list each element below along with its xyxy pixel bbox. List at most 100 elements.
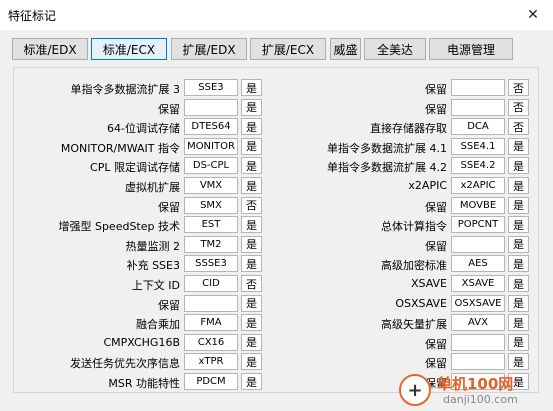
left-feature-label: MONITOR/MWAIT 指令 (60, 141, 180, 155)
right-feature-label: 单指令多数据流扩展 4.1 (327, 141, 447, 155)
right-feature-code (451, 98, 505, 116)
watermark-url: danji100.com (443, 393, 518, 406)
watermark: + 单机100网 danji100.com (399, 371, 549, 409)
right-feature-label: OSXSAVE (395, 296, 447, 310)
right-feature-code (451, 353, 505, 371)
left-feature-code: SSE3 (184, 79, 238, 96)
left-feature-support: 是 (241, 98, 262, 116)
left-feature-label: 增强型 SpeedStep 技术 (58, 220, 180, 234)
left-feature-code: EST (184, 216, 238, 234)
right-feature-support: 否 (508, 98, 529, 116)
right-feature-code (451, 235, 505, 253)
right-feature-support: 否 (508, 79, 529, 96)
left-feature-support: 是 (241, 137, 262, 155)
right-feature-label: 高级加密标准 (381, 259, 447, 273)
right-feature-support: 是 (508, 314, 529, 332)
right-feature-label: 保留 (425, 337, 447, 351)
left-feature-support: 是 (241, 177, 262, 194)
right-feature-support: 否 (508, 118, 529, 136)
right-feature-label: 保留 (425, 200, 447, 214)
title-bar: 特征标记 ✕ (0, 0, 553, 30)
right-feature-support: 是 (508, 137, 529, 155)
tab-4[interactable]: 威盛 (330, 38, 361, 60)
left-feature-label: MSR 功能特性 (108, 377, 180, 390)
left-feature-support: 否 (241, 196, 262, 214)
left-feature-support: 是 (241, 255, 262, 273)
left-feature-code: SMX (184, 196, 238, 214)
left-feature-code: CX16 (184, 333, 238, 351)
left-feature-label: 融合乘加 (136, 318, 180, 332)
tab-6[interactable]: 电源管理 (429, 38, 513, 60)
left-feature-support: 是 (241, 216, 262, 234)
left-feature-support: 是 (241, 353, 262, 371)
right-feature-code: AVX (451, 314, 505, 332)
left-feature-code: MONITOR (184, 137, 238, 155)
right-feature-support: 是 (508, 333, 529, 351)
left-feature-support: 是 (241, 314, 262, 332)
left-feature-support: 否 (241, 275, 262, 292)
left-feature-label: 64-位调试存储 (107, 122, 180, 136)
right-feature-code (451, 333, 505, 351)
right-feature-code: XSAVE (451, 275, 505, 292)
right-feature-label: 直接存储器存取 (370, 122, 447, 136)
left-feature-support: 是 (241, 79, 262, 96)
right-feature-code: x2APIC (451, 177, 505, 194)
left-feature-code: SSSE3 (184, 255, 238, 273)
right-feature-code: SSE4.1 (451, 137, 505, 155)
left-feature-label: CPL 限定调试存储 (90, 161, 180, 175)
close-icon[interactable]: ✕ (513, 0, 553, 30)
left-feature-label: 单指令多数据流扩展 3 (70, 83, 181, 96)
feature-panel: 单指令多数据流扩展 3 SSE3 是保留是 64-位调试存储 DTES64 是 MONITO… (13, 67, 539, 393)
right-feature-label: 高级矢量扩展 (381, 318, 447, 332)
right-feature-label: 保留 (425, 83, 447, 96)
left-feature-label: 保留 (158, 298, 180, 312)
right-feature-code: DCA (451, 118, 505, 136)
tab-3[interactable]: 扩展/ECX (250, 38, 326, 60)
right-feature-label: 保留 (425, 239, 447, 253)
left-feature-code: PDCM (184, 373, 238, 390)
left-feature-label: 上下文 ID (131, 279, 180, 292)
right-feature-code (451, 79, 505, 96)
left-feature-support: 是 (241, 235, 262, 253)
right-feature-support: 是 (508, 294, 529, 312)
right-feature-label: x2APIC (408, 179, 447, 192)
right-feature-support: 是 (508, 216, 529, 234)
left-feature-code: xTPR (184, 353, 238, 371)
tab-5[interactable]: 全美达 (364, 38, 426, 60)
left-feature-label: 补充 SSE3 (126, 259, 180, 273)
window-title: 特征标记 (8, 9, 57, 23)
left-feature-code: FMA (184, 314, 238, 332)
left-feature-code: DS-CPL (184, 157, 238, 175)
left-feature-code: CID (184, 275, 238, 292)
right-feature-code: OSXSAVE (451, 294, 505, 312)
left-feature-support: 是 (241, 157, 262, 175)
right-feature-support: 是 (508, 353, 529, 371)
right-feature-code: AES (451, 255, 505, 273)
right-feature-support: 是 (508, 235, 529, 253)
right-feature-code: MOVBE (451, 196, 505, 214)
left-feature-label: 发送任务优先次序信息 (70, 357, 180, 371)
left-feature-support: 是 (241, 294, 262, 312)
left-feature-label: 保留 (158, 200, 180, 214)
right-feature-support: 是 (508, 275, 529, 292)
tab-2[interactable]: 扩展/EDX (171, 38, 247, 60)
right-feature-label: 保留 (425, 102, 447, 116)
tab-0[interactable]: 标准/EDX (12, 38, 88, 60)
left-feature-code: DTES64 (184, 118, 238, 136)
left-feature-support: 是 (241, 333, 262, 351)
right-feature-label: 总体计算指令 (381, 220, 447, 234)
right-feature-support: 是 (508, 255, 529, 273)
left-feature-code: TM2 (184, 235, 238, 253)
right-feature-support: 是 (508, 157, 529, 175)
right-feature-support: 是 (508, 177, 529, 194)
left-feature-label: 热量监测 2 (125, 239, 181, 253)
tab-1[interactable]: 标准/ECX (91, 38, 167, 60)
right-feature-label: XSAVE (410, 277, 447, 290)
watermark-title: 单机100网 (437, 375, 514, 393)
left-feature-label: 保留 (158, 102, 180, 116)
left-feature-support: 是 (241, 118, 262, 136)
left-feature-code: VMX (184, 177, 238, 194)
left-feature-label: CMPXCHG16B (103, 335, 180, 349)
right-feature-support: 是 (508, 196, 529, 214)
watermark-logo-icon: + (399, 374, 431, 406)
